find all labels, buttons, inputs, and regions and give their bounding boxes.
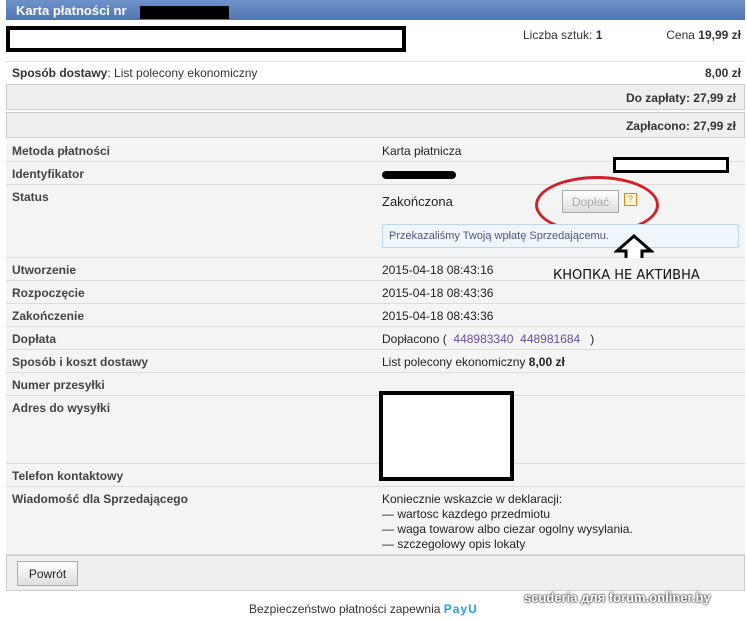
- field-value: 2015-04-18 08:43:16: [382, 263, 494, 277]
- pay-button[interactable]: Dopłać: [562, 190, 619, 213]
- field-label: Telefon kontaktowy: [12, 469, 124, 483]
- annotation-text: КНОПКА НЕ АКТИВНА: [553, 268, 700, 283]
- field-label: Metoda płatności: [12, 144, 111, 158]
- watermark: scuderia для forum.onliner.by: [524, 590, 711, 605]
- field-value: Karta płatnicza: [382, 144, 462, 158]
- field-value: 2015-04-18 08:43:36: [382, 286, 494, 300]
- surcharge-link[interactable]: 448983340: [453, 332, 513, 346]
- to-pay-total: Do zapłaty: 27,99 zł: [6, 84, 745, 110]
- field-label: Zakończenie: [12, 309, 85, 323]
- field-label: Status: [12, 190, 49, 204]
- item-row: Liczba sztuk: 1 Cena 19,99 zł: [6, 22, 745, 62]
- card-header: Karta płatności nr: [6, 0, 745, 20]
- field-label: Utworzenie: [12, 263, 77, 277]
- field-label: Sposób i koszt dostawy: [12, 355, 149, 369]
- redacted-address: [379, 391, 514, 481]
- paid-total: Zapłacono: 27,99 zł: [6, 112, 745, 138]
- status-tooltip: Przekazaliśmy Twoją wpłatę Sprzedającemu…: [382, 224, 739, 248]
- field-label: Rozpoczęcie: [12, 286, 85, 300]
- row-started: Rozpoczęcie 2015-04-18 08:43:36: [6, 281, 745, 304]
- footer-bar: Powrót: [6, 555, 745, 591]
- redacted-box: [613, 157, 729, 173]
- surcharge-link[interactable]: 448981684: [520, 332, 580, 346]
- redacted-item-title: [6, 26, 406, 52]
- payu-logo: PayU: [443, 602, 478, 616]
- row-surcharge: Dopłata Dopłacono ( 448983340 448981684 ): [6, 327, 745, 350]
- field-value: 2015-04-18 08:43:36: [382, 309, 494, 323]
- field-value: List polecony ekonomiczny 8,00 zł: [382, 355, 565, 369]
- redacted-identifier: [382, 171, 456, 179]
- row-tracking: Numer przesyłki: [6, 373, 745, 396]
- help-icon[interactable]: ?: [624, 193, 637, 206]
- row-shipping: Sposób i koszt dostawy List polecony ekon…: [6, 350, 745, 373]
- row-finished: Zakończenie 2015-04-18 08:43:36: [6, 304, 745, 327]
- field-value: Zakończona: [382, 194, 453, 209]
- field-label: Adres do wysyłki: [12, 401, 111, 415]
- row-phone: Telefon kontaktowy: [6, 464, 745, 487]
- field-value: Koniecznie wskazcie w deklaracji: — warto…: [382, 492, 633, 551]
- field-label: Dopłata: [12, 332, 57, 346]
- delivery-row: Sposób dostawy: List polecony ekonomiczn…: [12, 66, 741, 80]
- redacted-number: [140, 6, 229, 19]
- field-label: Identyfikator: [12, 167, 85, 181]
- field-value: Dopłacono ( 448983340 448981684 ): [382, 332, 595, 346]
- back-button[interactable]: Powrót: [17, 561, 78, 586]
- security-note: Bezpieczeństwo płatności zapewnia PayU: [249, 602, 478, 616]
- field-label: Numer przesyłki: [12, 378, 105, 392]
- row-address: Adres do wysyłki: [6, 396, 745, 464]
- field-label: Wiadomość dla Sprzedającego: [12, 492, 188, 506]
- row-message: Wiadomość dla Sprzedającego Koniecznie w…: [6, 487, 745, 555]
